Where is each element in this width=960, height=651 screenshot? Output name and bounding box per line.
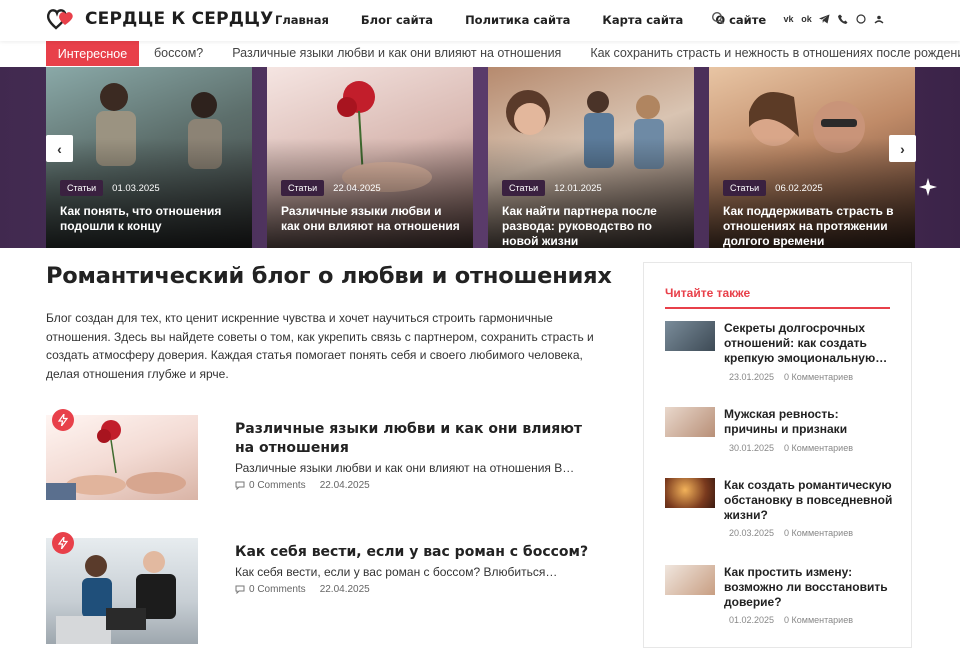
related-title[interactable]: Секреты долгосрочных отношений: как созд… bbox=[724, 321, 894, 366]
slide-card[interactable]: Статьи 12.01.2025 Как найти партнера посл… bbox=[488, 67, 694, 248]
comments-label: 0 Comments bbox=[249, 480, 306, 491]
nav-blog[interactable]: Блог сайта bbox=[361, 13, 433, 27]
ticker-item[interactable]: Как сохранить страсть и нежность в отнош… bbox=[590, 46, 960, 60]
slider-prev-button[interactable]: ‹ bbox=[46, 135, 73, 162]
telegram-icon[interactable] bbox=[819, 13, 830, 24]
slide-title[interactable]: Различные языки любви и как они влияют н… bbox=[281, 204, 463, 234]
post-thumbnail[interactable] bbox=[46, 538, 198, 644]
related-comments[interactable]: 0 Комментариев bbox=[784, 443, 853, 453]
comments-count[interactable]: 0 Comments bbox=[235, 480, 306, 491]
category-badge[interactable]: Статьи bbox=[281, 180, 325, 196]
flash-icon bbox=[52, 409, 74, 431]
slide-title[interactable]: Как понять, что отношения подошли к конц… bbox=[60, 204, 242, 234]
related-thumbnail[interactable] bbox=[665, 321, 715, 351]
ticker-item[interactable]: Различные языки любви и как они влияют н… bbox=[232, 46, 561, 60]
widget-heading: Читайте также bbox=[665, 286, 751, 300]
post-date: 22.04.2025 bbox=[319, 480, 370, 491]
ticker-badge: Интересное bbox=[46, 41, 139, 66]
site-header: СЕРДЦЕ К СЕРДЦУ Главная Блог сайта Полит… bbox=[0, 0, 960, 41]
slide-title[interactable]: Как поддерживать страсть в отношениях на… bbox=[723, 204, 905, 248]
heading-divider bbox=[665, 307, 890, 309]
slide-title[interactable]: Как найти партнера после развода: руково… bbox=[502, 204, 684, 248]
comments-label: 0 Comments bbox=[249, 584, 306, 595]
logo-text: СЕРДЦЕ К СЕРДЦУ bbox=[85, 9, 274, 29]
related-comments[interactable]: 0 Комментариев bbox=[784, 615, 853, 625]
related-thumbnail[interactable] bbox=[665, 565, 715, 595]
vk-icon[interactable]: vk bbox=[783, 13, 794, 24]
nav-sitemap[interactable]: Карта сайта bbox=[602, 13, 683, 27]
related-title[interactable]: Мужская ревность: причины и признаки bbox=[724, 407, 894, 437]
comment-icon bbox=[235, 585, 245, 594]
news-ticker: Интересное боссом? Различные языки любви… bbox=[0, 41, 960, 66]
post-title[interactable]: Как себя вести, если у вас роман с боссо… bbox=[235, 543, 595, 562]
category-badge[interactable]: Статьи bbox=[60, 180, 104, 196]
post-date: 22.04.2025 bbox=[319, 584, 370, 595]
nav-policy[interactable]: Политика сайта bbox=[465, 13, 570, 27]
slider-next-button[interactable]: › bbox=[889, 135, 916, 162]
related-date: 20.03.2025 bbox=[729, 528, 775, 538]
related-title[interactable]: Как создать романтическую обстановку в п… bbox=[724, 478, 894, 523]
nav-home[interactable]: Главная bbox=[275, 13, 329, 27]
slide-date: 12.01.2025 bbox=[554, 182, 602, 194]
related-title[interactable]: Как простить измену: возможно ли восстан… bbox=[724, 565, 894, 610]
whatsapp-icon[interactable] bbox=[855, 13, 866, 24]
related-date: 01.02.2025 bbox=[729, 615, 775, 625]
star-icon bbox=[919, 178, 937, 196]
related-comments[interactable]: 0 Комментариев bbox=[784, 372, 853, 382]
related-comments[interactable]: 0 Комментариев bbox=[784, 528, 853, 538]
ok-icon[interactable]: ok bbox=[801, 13, 812, 24]
comment-icon bbox=[235, 481, 245, 490]
post-excerpt: Как себя вести, если у вас роман с боссо… bbox=[235, 565, 558, 579]
post-excerpt: Различные языки любви и как они влияют н… bbox=[235, 461, 575, 475]
related-date: 30.01.2025 bbox=[729, 443, 775, 453]
slide-date: 06.02.2025 bbox=[775, 182, 823, 194]
intro-text: Блог создан для тех, кто ценит искренние… bbox=[46, 311, 594, 381]
page-title: Романтический блог о любви и отношениях bbox=[46, 263, 612, 289]
slide-card[interactable]: Статьи 06.02.2025 Как поддерживать страст… bbox=[709, 67, 915, 248]
more-icon[interactable] bbox=[873, 13, 884, 24]
site-logo[interactable]: СЕРДЦЕ К СЕРДЦУ bbox=[46, 8, 273, 30]
slide-date: 01.03.2025 bbox=[112, 182, 160, 194]
post-title[interactable]: Различные языки любви и как они влияют н… bbox=[235, 420, 595, 458]
flash-icon bbox=[52, 532, 74, 554]
featured-slider: Статьи 01.03.2025 Как понять, что отношен… bbox=[0, 67, 960, 248]
related-thumbnail[interactable] bbox=[665, 478, 715, 508]
related-thumbnail[interactable] bbox=[665, 407, 715, 437]
phone-icon[interactable] bbox=[837, 13, 848, 24]
social-links: vk ok bbox=[783, 13, 884, 24]
slide-card[interactable]: Статьи 01.03.2025 Как понять, что отношен… bbox=[46, 67, 252, 248]
hearts-logo-icon bbox=[46, 9, 73, 30]
ticker-item[interactable]: боссом? bbox=[154, 46, 203, 60]
category-badge[interactable]: Статьи bbox=[502, 180, 546, 196]
comments-count[interactable]: 0 Comments bbox=[235, 584, 306, 595]
slide-date: 22.04.2025 bbox=[333, 182, 381, 194]
sidebar-widget: Читайте также Секреты долгосрочных отнош… bbox=[643, 262, 912, 648]
related-date: 23.01.2025 bbox=[729, 372, 775, 382]
slide-card[interactable]: Статьи 22.04.2025 Различные языки любви и… bbox=[267, 67, 473, 248]
category-badge[interactable]: Статьи bbox=[723, 180, 767, 196]
search-icon[interactable] bbox=[711, 11, 725, 30]
